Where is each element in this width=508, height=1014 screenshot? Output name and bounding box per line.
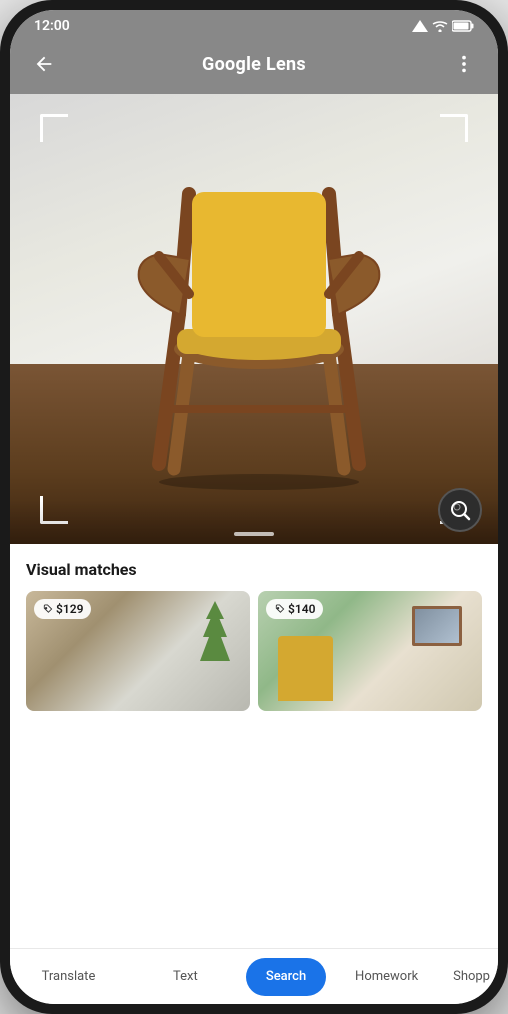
title-normal: Google	[202, 54, 266, 75]
tab-text[interactable]: Text	[127, 949, 244, 1004]
tab-homework-label: Homework	[355, 969, 418, 984]
price-tag-icon-2	[274, 604, 285, 615]
match-card-2[interactable]: $140	[258, 591, 482, 711]
camera-viewfinder	[10, 94, 498, 544]
tab-shopping-label: Shopp	[453, 969, 490, 984]
tab-homework[interactable]: Homework	[328, 949, 445, 1004]
price-1: $129	[56, 602, 83, 616]
status-icons	[412, 20, 474, 32]
lens-search-button[interactable]	[438, 488, 482, 532]
frame-art	[412, 606, 462, 646]
tab-shopping[interactable]: Shopp	[445, 949, 498, 1004]
price-badge-2: $140	[266, 599, 323, 619]
tab-text-label: Text	[173, 969, 198, 984]
signal-icon	[412, 20, 428, 32]
status-bar: 12:00	[10, 10, 498, 40]
wifi-icon	[432, 20, 448, 32]
chair-thumbnail	[278, 636, 333, 701]
tab-search-label: Search	[266, 969, 306, 984]
price-2: $140	[288, 602, 315, 616]
visual-matches-section: Visual matches $129	[10, 544, 498, 719]
phone-screen: 12:00	[10, 10, 498, 1004]
app-title: Google Lens	[202, 54, 306, 75]
tab-search[interactable]: Search	[246, 958, 326, 996]
back-button[interactable]	[26, 46, 62, 82]
chair-image	[10, 94, 498, 544]
visual-matches-title: Visual matches	[26, 560, 482, 579]
drag-handle	[234, 532, 274, 536]
tab-translate-label: Translate	[42, 969, 96, 984]
title-bold: Lens	[266, 54, 306, 75]
battery-icon	[452, 20, 474, 32]
price-badge-1: $129	[34, 599, 91, 619]
content-area: Visual matches $129	[10, 544, 498, 948]
price-tag-icon-1	[42, 604, 53, 615]
phone-device: 12:00	[0, 0, 508, 1014]
more-options-button[interactable]	[446, 46, 482, 82]
tab-translate[interactable]: Translate	[10, 949, 127, 1004]
match-card-1[interactable]: $129	[26, 591, 250, 711]
matches-grid: $129	[26, 591, 482, 711]
bottom-tab-bar: Translate Text Search Homework Shopp	[10, 948, 498, 1004]
status-time: 12:00	[34, 18, 70, 34]
app-bar: Google Lens	[10, 40, 498, 94]
chair-illustration	[84, 114, 424, 494]
camera-bottom-bar	[10, 500, 498, 544]
frame-inner	[415, 609, 459, 643]
